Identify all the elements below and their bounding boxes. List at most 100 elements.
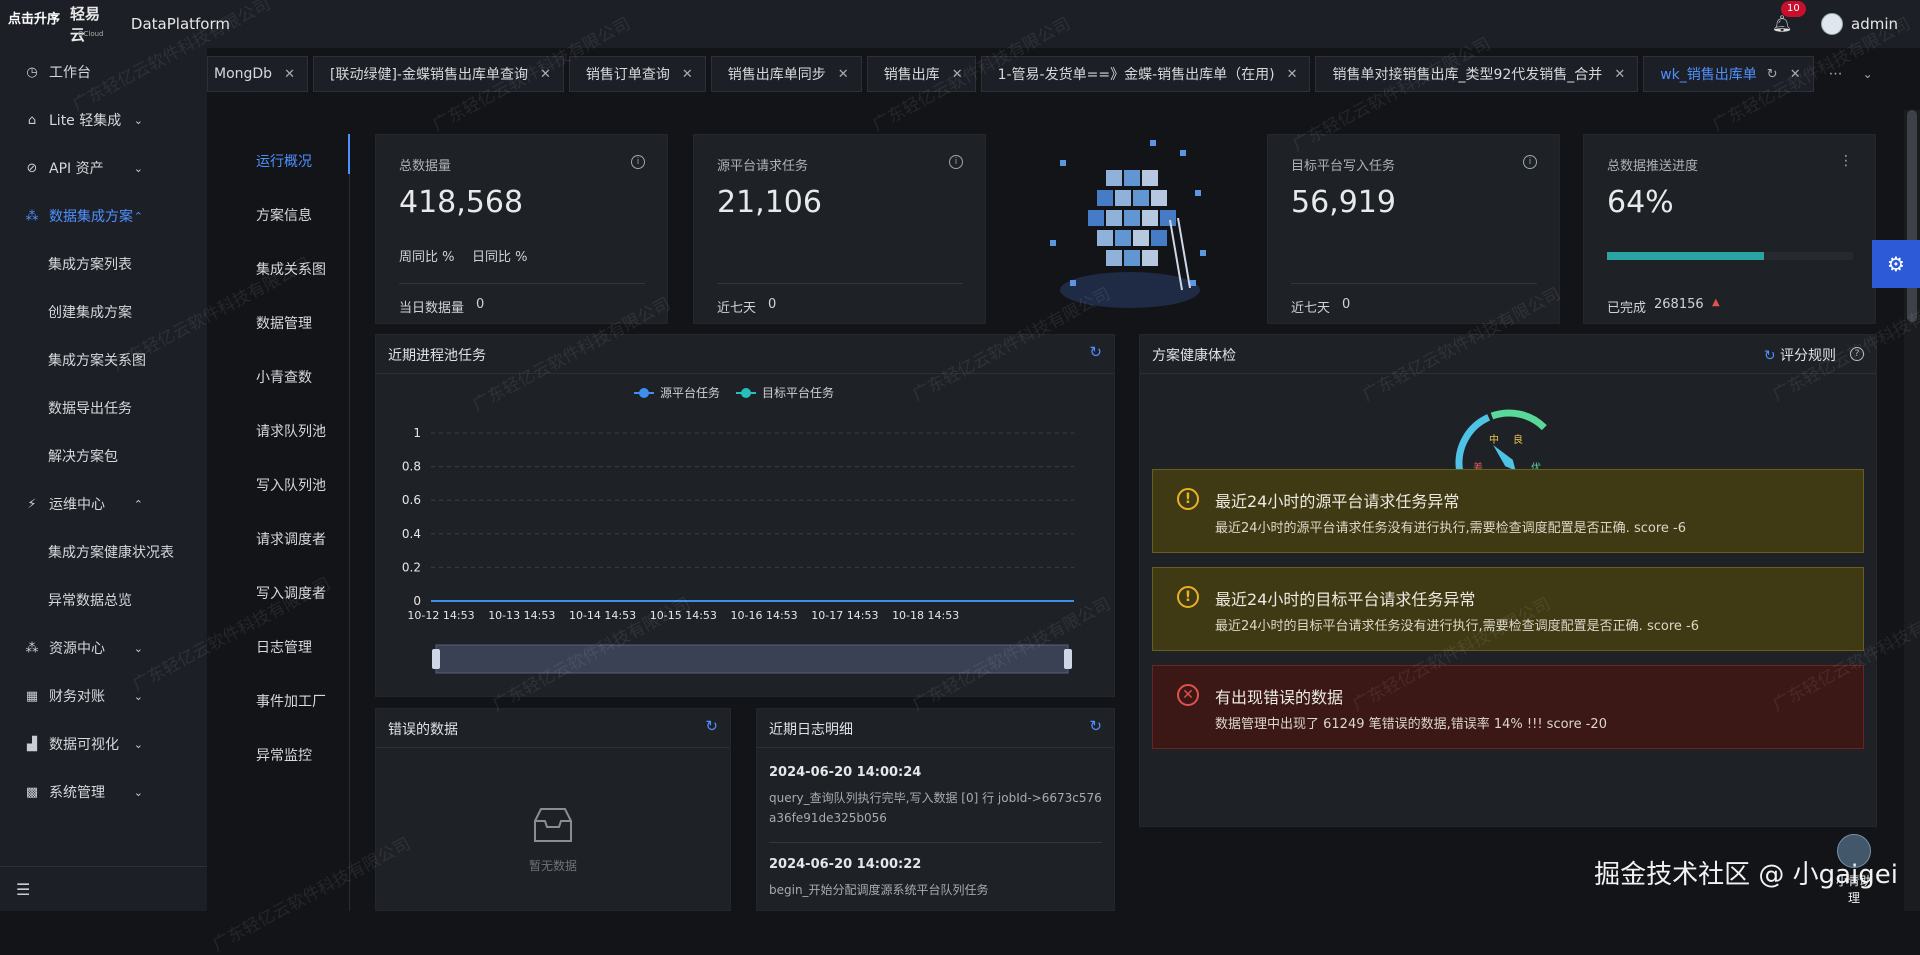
close-icon[interactable]: ✕ <box>952 67 963 82</box>
sidebar-subitem[interactable]: 集成方案健康状况表 <box>0 528 207 576</box>
info-icon[interactable]: i <box>631 155 645 169</box>
close-icon[interactable]: ✕ <box>1614 67 1625 82</box>
week-label: 近七天 <box>717 297 756 316</box>
cube <box>1088 210 1104 226</box>
sidebar-subitem[interactable]: 数据导出任务 <box>0 384 207 432</box>
up-arrow-icon: ▲ <box>1712 297 1720 308</box>
subnav-item[interactable]: 写入队列池 <box>238 458 350 512</box>
sidebar-item-items-3[interactable]: ⁂数据集成方案⌃ <box>0 192 207 240</box>
sidebar-subitem[interactable]: 集成方案列表 <box>0 240 207 288</box>
tab-label: 销售出库单同步 <box>728 64 826 84</box>
collapse-menu-icon[interactable]: ☰ <box>16 880 30 899</box>
divider <box>1291 283 1537 284</box>
score-rule-link[interactable]: ↻ 评分规则 <box>1764 345 1836 365</box>
panel-title: 错误的数据 <box>388 719 458 739</box>
legend-label[interactable]: 目标平台任务 <box>762 385 834 400</box>
avatar[interactable] <box>1821 13 1843 35</box>
lightning-icon: ⚡ <box>24 497 40 512</box>
subnav-item[interactable]: 请求队列池 <box>238 404 350 458</box>
settings-gear-button[interactable]: ⚙ <box>1872 240 1920 288</box>
sidebar-subitem[interactable]: 集成方案关系图 <box>0 336 207 384</box>
refresh-icon[interactable]: ↻ <box>705 717 718 735</box>
tab-3[interactable]: 销售出库单同步 ✕ <box>711 56 862 92</box>
progress-fill <box>1607 252 1764 260</box>
refresh-icon[interactable]: ↻ <box>1764 348 1780 364</box>
cube <box>1150 140 1156 146</box>
sidebar-subitem[interactable]: 异常数据总览 <box>0 576 207 624</box>
close-icon[interactable]: ✕ <box>838 67 849 82</box>
more-icon[interactable]: ⋮ <box>1839 155 1853 169</box>
subnav-item[interactable]: 数据管理 <box>238 296 350 350</box>
chevron-down-icon[interactable]: ⌄ <box>1853 56 1883 92</box>
scrollbar-thumb[interactable] <box>1907 110 1917 322</box>
subnav-item[interactable]: 请求调度者 <box>238 512 350 566</box>
more-tabs-icon[interactable]: ⋯ <box>1819 56 1853 92</box>
tab-label: wk_销售出库单 <box>1660 64 1757 84</box>
health-check-panel: 方案健康体检 ↻ 评分规则 ? 差中良优68.0% !最近24小时的源平台请求任… <box>1139 334 1877 827</box>
subnav-item[interactable]: 事件加工厂 <box>238 674 350 728</box>
close-icon[interactable]: ✕ <box>682 67 693 82</box>
refresh-icon[interactable]: ↻ <box>1089 343 1102 361</box>
close-icon[interactable]: ✕ <box>1287 67 1298 82</box>
done-label: 已完成 <box>1607 297 1646 316</box>
tab-6[interactable]: 销售单对接销售出库_类型92代发销售_合并 ✕ <box>1315 56 1638 92</box>
progress-track <box>1607 252 1853 260</box>
zoom-slider[interactable] <box>436 645 1068 673</box>
wow-label: 周同比 % <box>399 246 455 265</box>
sidebar-item-rest-3[interactable]: ▩系统管理⌄ <box>0 768 207 816</box>
legend-label[interactable]: 源平台任务 <box>660 385 720 400</box>
divider <box>757 747 1114 748</box>
sidebar-item-rest-0[interactable]: ⁂资源中心⌄ <box>0 624 207 672</box>
tab-label: 销售单对接销售出库_类型92代发销售_合并 <box>1332 64 1602 84</box>
upgrade-label[interactable]: 点击升序 <box>8 8 60 27</box>
subnav-item[interactable]: 集成关系图 <box>238 242 350 296</box>
x-tick-label: 10-15 14:53 <box>650 609 717 622</box>
cube <box>1160 210 1176 226</box>
sidebar-item-items-1[interactable]: ⌂Lite 轻集成⌄ <box>0 96 207 144</box>
sidebar-item-ops[interactable]: ⚡运维中心⌃ <box>0 480 207 528</box>
refresh-icon[interactable]: ↻ <box>1089 717 1102 735</box>
tab-label: 销售订单查询 <box>586 64 670 84</box>
subnav-item[interactable]: 运行概况 <box>238 134 350 188</box>
zoom-handle-left[interactable] <box>432 649 440 669</box>
score-rule-label[interactable]: 评分规则 <box>1780 348 1836 364</box>
stat-title: 源平台请求任务 <box>717 155 808 174</box>
info-icon[interactable]: i <box>1523 155 1537 169</box>
tab-5[interactable]: 1-管易-发货单==》金蝶-销售出库单（在用)✕ <box>981 56 1311 92</box>
close-icon[interactable]: ✕ <box>540 67 551 82</box>
sidebar-item-items-2[interactable]: ⊘API 资产⌄ <box>0 144 207 192</box>
week-value: 0 <box>768 297 776 312</box>
warning-icon: ! <box>1177 488 1199 510</box>
bell-icon[interactable]: 🔔︎10 <box>1771 13 1793 35</box>
tab-7[interactable]: wk_销售出库单 ↻ ✕ <box>1643 56 1813 92</box>
subnav-item[interactable]: 异常监控 <box>238 728 350 782</box>
subnav-item[interactable]: 日志管理 <box>238 620 350 674</box>
sidebar-item-rest-2[interactable]: ▟数据可视化⌄ <box>0 720 207 768</box>
help-icon[interactable]: ? <box>1850 347 1864 361</box>
y-tick-label: 0.4 <box>402 527 421 541</box>
clock-icon: ◷ <box>24 65 40 80</box>
close-icon[interactable]: ✕ <box>284 67 295 82</box>
zoom-handle-right[interactable] <box>1064 649 1072 669</box>
lite-icon: ⌂ <box>24 113 40 128</box>
user-name[interactable]: admin <box>1851 15 1898 33</box>
gauge-needle <box>1493 445 1515 471</box>
tab-1[interactable]: [联动绿健]-金蝶销售出库单查询✕ <box>313 56 564 92</box>
logo[interactable]: 点击升序 轻易云 QCloud DataPlatform <box>0 0 230 48</box>
sidebar-item-rest-1[interactable]: ▦财务对账⌄ <box>0 672 207 720</box>
sidebar-subitem[interactable]: 创建集成方案 <box>0 288 207 336</box>
tab-4[interactable]: 销售出库✕ <box>867 56 976 92</box>
subnav-item[interactable]: 小青查数 <box>238 350 350 404</box>
gauge-segment <box>1492 413 1544 428</box>
subnav-item[interactable]: 方案信息 <box>238 188 350 242</box>
empty-text: 暂无数据 <box>376 857 730 874</box>
alert-title: 有出现错误的数据 <box>1215 684 1343 708</box>
subnav-item[interactable]: 写入调度者 <box>238 566 350 620</box>
reload-icon[interactable]: ↻ <box>1767 67 1778 82</box>
tab-2[interactable]: 销售订单查询 ✕ <box>569 56 706 92</box>
sidebar-item-items-0[interactable]: ◷工作台 <box>0 48 207 96</box>
info-icon[interactable]: i <box>949 155 963 169</box>
sidebar-subitem[interactable]: 解决方案包 <box>0 432 207 480</box>
tab-0[interactable]: MongDb✕ <box>207 56 308 92</box>
close-icon[interactable]: ✕ <box>1790 67 1801 82</box>
